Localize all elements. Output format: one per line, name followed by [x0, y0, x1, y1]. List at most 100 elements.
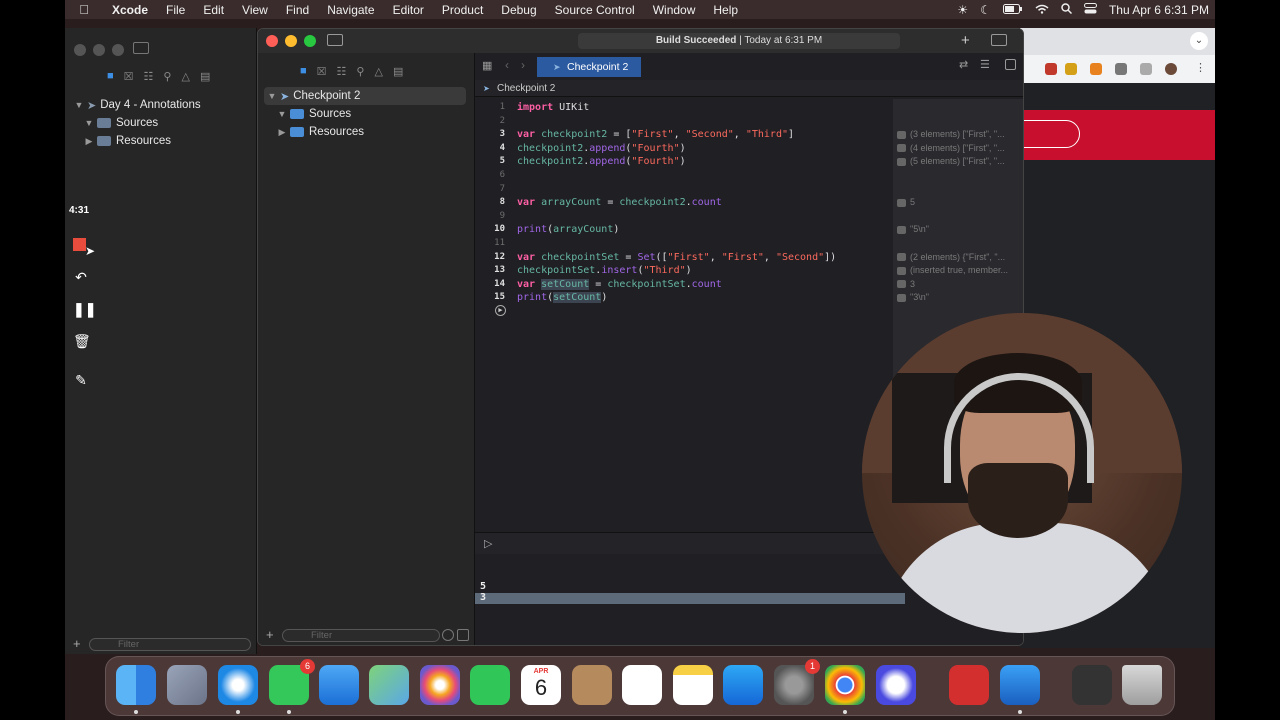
undo-icon[interactable]: ↶ [73, 269, 89, 285]
report-navigator-icon[interactable]: ▤ [393, 65, 403, 78]
grid-icon[interactable]: ▦ [482, 59, 492, 72]
disclosure-open-icon[interactable]: ▼ [83, 118, 95, 128]
menu-clock[interactable]: Thu Apr 6 6:31 PM [1109, 3, 1209, 17]
report-navigator-icon[interactable]: ▤ [200, 70, 210, 83]
acrobat-icon[interactable] [949, 665, 989, 705]
result-item[interactable]: 3 [897, 278, 915, 291]
system-settings-icon[interactable]: 1 [774, 659, 820, 705]
chrome-menu-icon[interactable]: ⋮ [1195, 61, 1206, 74]
extension-icon[interactable] [1065, 63, 1077, 75]
pause-icon[interactable]: ❚❚ [73, 301, 96, 317]
wifi-icon[interactable] [1035, 3, 1049, 17]
symbol-navigator-icon[interactable]: ☷ [337, 65, 347, 78]
extension-icon[interactable] [1045, 63, 1057, 75]
code-line[interactable]: 4 checkpoint2.append("Fourth") [475, 142, 893, 155]
quick-look-icon[interactable] [897, 144, 906, 153]
menu-edit[interactable]: Edit [194, 3, 233, 17]
pen-icon[interactable]: ✎ [73, 372, 89, 388]
code-line[interactable]: 13 checkpointSet.insert("Third") [475, 264, 893, 277]
notes-icon[interactable] [673, 665, 713, 705]
project-row[interactable]: ▼ ➤ Checkpoint 2 [266, 87, 361, 105]
apple-menu-icon[interactable]:  [65, 2, 103, 17]
source-control-navigator-icon[interactable]: ☒ [124, 70, 134, 83]
menu-editor[interactable]: Editor [384, 3, 433, 17]
battery-icon[interactable] [1002, 3, 1023, 17]
source-control-navigator-icon[interactable]: ☒ [317, 65, 327, 78]
refresh-icon[interactable]: ⇄ [959, 58, 968, 71]
quick-look-icon[interactable] [897, 266, 906, 275]
menu-file[interactable]: File [157, 3, 194, 17]
code-line[interactable]: 1 import UIKit [475, 101, 893, 114]
trash-icon[interactable] [1122, 665, 1162, 705]
puzzle-extensions-icon[interactable] [1115, 63, 1127, 75]
disclosure-closed-icon[interactable]: ▶ [276, 127, 288, 138]
run-icon[interactable]: ▷ [484, 537, 492, 550]
disclosure-open-icon[interactable]: ▼ [276, 109, 288, 119]
recent-files-icon[interactable] [442, 629, 454, 641]
quick-look-icon[interactable] [897, 158, 906, 167]
facetime-icon[interactable] [470, 665, 510, 705]
menu-view[interactable]: View [233, 3, 277, 17]
disclosure-open-icon[interactable]: ▼ [266, 91, 278, 101]
disclosure-open-icon[interactable]: ▼ [73, 100, 85, 110]
chrome-tab-search-icon[interactable]: ⌄ [1190, 32, 1208, 50]
menu-source-control[interactable]: Source Control [546, 3, 644, 17]
code-line[interactable]: 15 print(setCount) [475, 291, 893, 304]
zoom-button[interactable] [112, 44, 124, 56]
menu-debug[interactable]: Debug [492, 3, 545, 17]
sidepanel-icon[interactable] [1140, 63, 1152, 75]
find-navigator-icon[interactable]: ⚲ [356, 65, 364, 78]
result-item[interactable]: "5\n" [897, 223, 929, 236]
spotlight-search-icon[interactable] [1061, 2, 1072, 17]
menu-find[interactable]: Find [277, 3, 318, 17]
app-store-icon[interactable] [723, 665, 763, 705]
code-line[interactable]: 5 checkpoint2.append("Fourth") [475, 155, 893, 168]
code-line[interactable]: 2 [475, 115, 893, 128]
quick-look-icon[interactable] [897, 198, 906, 207]
close-button[interactable] [74, 44, 86, 56]
folder-row-resources[interactable]: ▶ Resources [276, 123, 364, 141]
source-editor[interactable]: 1 import UIKit 2 3 var checkpoint2 = ["First… [475, 99, 893, 532]
quick-look-icon[interactable] [897, 130, 906, 139]
project-navigator-icon[interactable]: ■ [300, 65, 307, 78]
result-item[interactable]: 5 [897, 196, 915, 209]
jump-bar[interactable]: ➤ Checkpoint 2 [475, 80, 1023, 97]
code-line[interactable]: 14 var setCount = checkpointSet.count [475, 278, 893, 291]
safari-icon[interactable] [218, 665, 258, 705]
add-file-icon[interactable]: + [266, 627, 274, 642]
perplexity-icon[interactable] [876, 665, 916, 705]
result-item[interactable]: (4 elements) ["First", "... [897, 142, 1005, 155]
split-editor-icon[interactable] [1005, 59, 1016, 70]
disclosure-closed-icon[interactable]: ▶ [83, 136, 95, 147]
metamask-extension-icon[interactable] [1090, 63, 1102, 75]
menu-app-xcode[interactable]: Xcode [103, 3, 157, 17]
result-item[interactable]: (inserted true, member... [897, 264, 1008, 277]
focus-moon-icon[interactable]: ☾ [980, 3, 991, 17]
filter-input[interactable]: Filter [89, 638, 251, 651]
xcode-icon[interactable] [1000, 665, 1040, 705]
reminders-icon[interactable] [622, 665, 662, 705]
project-navigator-icon[interactable]: ■ [107, 70, 114, 83]
quick-look-icon[interactable] [897, 294, 906, 303]
sidebar-toggle-icon[interactable] [133, 42, 149, 54]
recent-window-icon[interactable] [1072, 665, 1112, 705]
folder-row-resources[interactable]: ▶ Resources [83, 132, 171, 150]
quick-look-icon[interactable] [897, 280, 906, 289]
minimize-button[interactable] [93, 44, 105, 56]
project-row[interactable]: ▼ ➤ Day 4 - Annotations [73, 96, 201, 114]
profile-avatar[interactable] [1165, 63, 1177, 75]
code-line[interactable]: 7 [475, 183, 893, 196]
issue-navigator-icon[interactable]: △ [181, 70, 189, 83]
add-icon[interactable]: + [961, 32, 970, 49]
result-item[interactable]: (5 elements) ["First", "... [897, 155, 1005, 168]
chrome-icon[interactable] [825, 665, 865, 705]
calendar-icon[interactable]: APR 6 [521, 665, 561, 705]
minimize-button[interactable] [285, 35, 297, 47]
sidebar-toggle-icon[interactable] [327, 34, 343, 46]
result-item[interactable]: "3\n" [897, 291, 929, 304]
messages-icon[interactable]: 6 [269, 659, 315, 705]
forward-chevron-icon[interactable]: › [521, 58, 525, 72]
menu-help[interactable]: Help [704, 3, 747, 17]
launchpad-icon[interactable] [167, 665, 207, 705]
code-line[interactable]: 11 [475, 237, 893, 250]
